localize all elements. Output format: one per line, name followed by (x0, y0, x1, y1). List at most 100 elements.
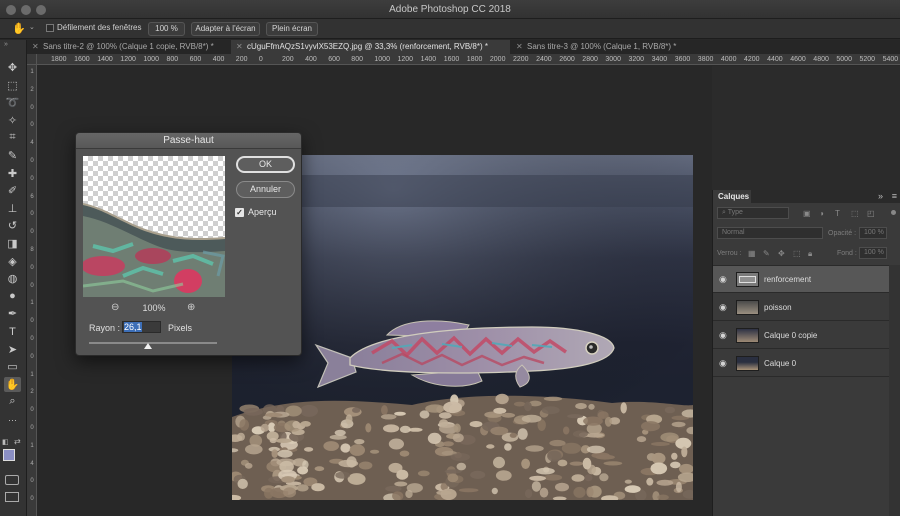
lock-all-icon[interactable]: 🔒︎ (808, 249, 812, 259)
layer-name[interactable]: poisson (764, 303, 792, 312)
cancel-button[interactable]: Annuler (236, 181, 295, 198)
layer-row-calque-0-copie[interactable]: ◉ Calque 0 copie (713, 322, 889, 349)
path-selection-icon[interactable]: ➤ (4, 342, 21, 357)
default-colors-icon[interactable]: ◧ (2, 438, 9, 446)
blur-icon[interactable]: ◍ (4, 271, 21, 286)
opacity-field[interactable]: 100 % (859, 227, 887, 239)
radius-slider-track[interactable] (89, 342, 217, 344)
layers-scrollbar[interactable] (889, 265, 900, 516)
preview-zoom-value: 100% (142, 303, 166, 313)
fill-field[interactable]: 100 % (859, 247, 887, 259)
move-icon[interactable]: ✥ (4, 60, 21, 75)
app-title: Adobe Photoshop CC 2018 (389, 4, 511, 15)
marquee-icon[interactable]: ⬚ (4, 78, 21, 93)
blend-mode-select[interactable]: Normal (717, 227, 823, 239)
brush-icon[interactable]: ✐ (4, 183, 21, 198)
filter-preview[interactable] (83, 156, 225, 297)
healing-brush-icon[interactable]: ✚ (4, 166, 21, 181)
layer-name[interactable]: renforcement (764, 275, 811, 284)
layer-row-calque-0[interactable]: ◉ Calque 0 (713, 350, 889, 377)
ruler-tick-label: 600 (189, 56, 202, 63)
eye-icon[interactable]: ◉ (719, 274, 727, 285)
zoom-in-icon[interactable]: ⊕ (187, 302, 195, 313)
eraser-icon[interactable]: ◨ (4, 236, 21, 251)
close-icon[interactable]: ✕ (516, 40, 523, 54)
lasso-icon[interactable]: ➰ (4, 95, 21, 110)
ruler-tick-label: 0 (30, 425, 34, 431)
quick-mask-icon[interactable] (5, 475, 19, 485)
ruler-tick-label: 0 (30, 282, 34, 289)
radius-unit: Pixels (168, 323, 193, 333)
vertical-ruler[interactable]: 1 2 0 0 4 0 0 6 0 0 8 0 0 1 0 0 0 1 2 0 0 1 4 0 0 (27, 65, 37, 516)
layers-tab[interactable]: Calques (713, 190, 751, 203)
tab-sans-titre-2[interactable]: ✕ Sans titre-2 @ 100% (Calque 1 copie, R… (27, 40, 230, 54)
close-icon[interactable]: ✕ (32, 40, 39, 54)
high-pass-dialog: Passe-haut OK Annuler ✓ Aperçu ⊖ 100% ⊕ … (75, 132, 302, 356)
lock-image-icon[interactable]: ✎ (763, 249, 770, 258)
ruler-tick-label: 800 (166, 56, 179, 63)
scroll-all-windows-checkbox[interactable] (46, 24, 54, 32)
ruler-tick-label: 1200 (120, 56, 136, 63)
close-icon[interactable]: ✕ (236, 40, 243, 54)
layer-thumbnail (736, 300, 759, 315)
layer-name[interactable]: Calque 0 copie (764, 331, 817, 340)
filter-toggle-icon[interactable] (891, 210, 896, 215)
collapse-icon[interactable]: » (878, 191, 883, 201)
pen-icon[interactable]: ✒ (4, 306, 21, 321)
search-icon: ⌕ (722, 209, 726, 216)
preview-checkbox[interactable]: ✓ (235, 208, 244, 217)
full-screen-button[interactable]: Plein écran (266, 22, 318, 36)
history-brush-icon[interactable]: ↺ (4, 218, 21, 233)
eye-icon[interactable]: ◉ (719, 358, 727, 369)
panel-menu-icon[interactable]: ≡ (892, 191, 897, 201)
paint-bucket-icon[interactable]: ◈ (4, 254, 21, 269)
lock-position-icon[interactable]: ✥ (778, 249, 785, 258)
tab-sans-titre-3[interactable]: ✕ Sans titre-3 @ 100% (Calque 1, RVB/8*)… (511, 40, 711, 54)
layer-filter-select[interactable]: ⌕ Type (717, 207, 789, 219)
filter-adjustment-icon[interactable]: ◑ (819, 209, 824, 218)
layer-row-renforcement[interactable]: ◉ renforcement (713, 266, 889, 293)
ok-button[interactable]: OK (236, 156, 295, 173)
lock-artboard-icon[interactable]: ⬚ (793, 249, 801, 258)
screen-mode-icon[interactable] (5, 492, 19, 502)
tab-active-document[interactable]: ✕ cUguFfmAQzS1vyvlX53EZQ.jpg @ 33,3% (re… (231, 40, 510, 54)
chevron-down-icon[interactable]: ⌄ (29, 23, 35, 31)
eyedropper-icon[interactable]: ✎ (4, 148, 21, 163)
filter-type-icon[interactable]: T (835, 209, 840, 218)
foreground-color-swatch[interactable] (3, 449, 15, 461)
horizontal-ruler[interactable]: 1800 1600 1400 1200 1000 800 600 400 200 0 200 400 6… (37, 54, 900, 65)
fit-screen-button[interactable]: Adapter à l'écran (191, 22, 260, 36)
type-icon[interactable]: T (4, 324, 21, 339)
ruler-tick-label: 8 (30, 247, 34, 253)
preview-checkbox-label[interactable]: Aperçu (248, 207, 277, 217)
filter-shape-icon[interactable]: ⬚ (851, 209, 859, 218)
hand-icon[interactable]: ✋ (4, 376, 21, 392)
magic-wand-icon[interactable]: ✧ (4, 113, 21, 128)
more-tools-icon[interactable]: ··· (4, 412, 21, 427)
ruler-tick-label: 0 (30, 264, 34, 271)
radius-label: Rayon : (89, 323, 121, 333)
lock-transparent-icon[interactable]: ▦ (748, 249, 756, 258)
clone-stamp-icon[interactable]: ⊥ (4, 201, 21, 216)
zoom-100-button[interactable]: 100 % (148, 22, 185, 36)
layer-row-poisson[interactable]: ◉ poisson (713, 294, 889, 321)
dodge-icon[interactable]: ● (4, 289, 21, 304)
zoom-icon[interactable]: ⌕ (4, 394, 21, 409)
eye-icon[interactable]: ◉ (719, 302, 727, 313)
hand-tool-preset-icon[interactable]: ✋ (12, 22, 26, 35)
layer-name[interactable]: Calque 0 (764, 359, 796, 368)
eye-icon[interactable]: ◉ (719, 330, 727, 341)
ruler-tick-label: 2 (30, 86, 34, 93)
radius-slider-thumb[interactable] (143, 343, 152, 349)
filter-pixel-icon[interactable]: ▣ (803, 209, 811, 218)
ruler-tick-label: 0 (258, 56, 263, 63)
ruler-tick-label: 1800 (51, 56, 67, 63)
dialog-title[interactable]: Passe-haut (76, 133, 301, 149)
filter-smart-object-icon[interactable]: ◰ (867, 209, 875, 218)
collapse-panel-icon[interactable]: » (4, 41, 8, 48)
ruler-origin[interactable] (27, 54, 37, 65)
crop-icon[interactable]: ⌗ (4, 130, 21, 145)
radius-input[interactable]: 26,1 (122, 321, 161, 333)
swap-colors-icon[interactable]: ⇄ (14, 437, 21, 446)
rectangle-shape-icon[interactable]: ▭ (4, 359, 21, 374)
